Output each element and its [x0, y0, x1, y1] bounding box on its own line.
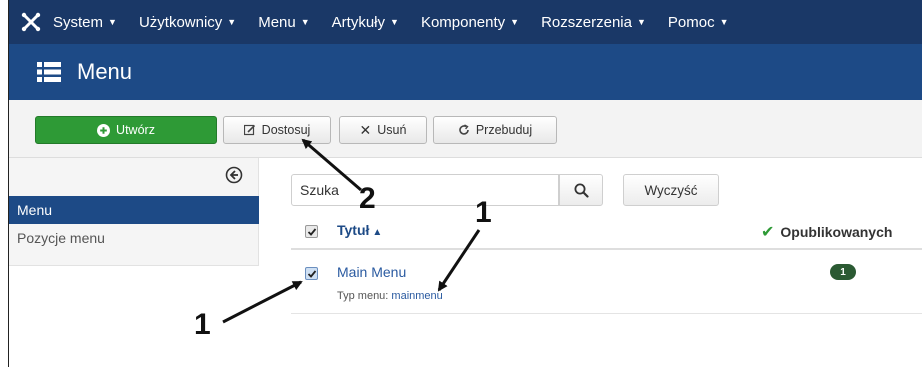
nav-help[interactable]: Pomoc ▼	[668, 14, 729, 31]
sidebar-item-menu[interactable]: Menu	[9, 196, 259, 224]
annotation-arrow-1-bottom	[222, 280, 303, 324]
sidebar-item-menu-positions[interactable]: Pozycje menu	[17, 230, 105, 246]
caret-down-icon: ▼	[108, 17, 117, 27]
caret-down-icon: ▼	[300, 17, 310, 27]
refresh-icon	[458, 124, 470, 136]
top-navigation-bar: System ▼ Użytkownicy ▼ Menu ▼ Artykuły ▼ Kom…	[9, 0, 922, 44]
annotation-number-1-top: 1	[475, 196, 492, 229]
app-frame: System ▼ Użytkownicy ▼ Menu ▼ Artykuły ▼ Kom…	[8, 0, 922, 367]
table-header: Tytuł ▲ ✔ Opublikowanych	[291, 212, 922, 250]
customize-button-label: Dostosuj	[261, 123, 311, 137]
column-title-label: Tytuł	[337, 222, 370, 238]
search-icon	[574, 183, 589, 198]
new-button[interactable]: Utwórz	[35, 116, 217, 144]
check-icon: ✔	[761, 224, 775, 241]
check-icon	[307, 227, 316, 236]
customize-button[interactable]: Dostosuj	[223, 116, 331, 144]
published-count-badge[interactable]: 1	[830, 264, 856, 280]
sort-asc-icon: ▲	[372, 227, 383, 238]
delete-button-label: Usuń	[377, 123, 407, 137]
caret-down-icon: ▼	[390, 17, 399, 27]
row-checkbox[interactable]	[305, 267, 318, 280]
nav-label: Menu	[258, 13, 296, 31]
collapse-sidebar-icon[interactable]	[225, 166, 243, 184]
list-icon	[37, 62, 61, 82]
nav-label: Pomoc	[667, 13, 715, 31]
search-button[interactable]	[559, 174, 603, 206]
joomla-logo-icon[interactable]	[9, 0, 53, 44]
edit-icon	[243, 124, 256, 136]
nav-label: Artykuły	[331, 13, 386, 31]
menu-name-link[interactable]: Main Menu	[337, 264, 406, 280]
select-all-checkbox[interactable]	[305, 225, 318, 238]
caret-down-icon: ▼	[227, 17, 237, 27]
nav-label: System	[53, 13, 104, 31]
close-icon: ✕	[359, 121, 372, 138]
search-input[interactable]	[291, 174, 559, 206]
rebuild-button[interactable]: Przebuduj	[433, 116, 557, 144]
column-published-label: Opublikowanych	[780, 224, 893, 240]
nav-label: Komponenty	[420, 13, 506, 31]
sidebar: Menu Pozycje menu	[9, 158, 259, 266]
column-published[interactable]: ✔ Opublikowanych	[761, 222, 892, 242]
rebuild-button-label: Przebuduj	[475, 123, 533, 137]
nav-components[interactable]: Komponenty ▼	[421, 14, 519, 31]
table-row: Main Menu Typ menu: mainmenu 1	[291, 252, 922, 314]
new-button-label: Utwórz	[116, 123, 155, 137]
nav-articles[interactable]: Artykuły ▼	[332, 14, 399, 31]
annotation-number-2: 2	[359, 182, 376, 215]
delete-button[interactable]: ✕ Usuń	[339, 116, 427, 144]
column-title-sort[interactable]: Tytuł ▲	[337, 222, 382, 238]
annotation-number-1-bottom: 1	[194, 308, 211, 341]
caret-down-icon: ▼	[719, 17, 729, 27]
menu-type-value[interactable]: mainmenu	[391, 290, 442, 302]
page-title: Menu	[77, 59, 133, 84]
nav-label: Rozszerzenia	[541, 13, 632, 31]
caret-down-icon: ▼	[510, 17, 520, 27]
page-header: Menu	[9, 44, 922, 100]
nav-menu[interactable]: Menu ▼	[258, 14, 309, 31]
check-icon	[307, 269, 316, 278]
nav-users[interactable]: Użytkownicy ▼	[139, 14, 236, 31]
toolbar: Utwórz Dostosuj ✕ Usuń Przebuduj	[9, 100, 922, 158]
nav-system[interactable]: System ▼	[53, 14, 117, 31]
menu-type-prefix: Typ menu:	[337, 290, 389, 302]
nav-label: Użytkownicy	[138, 13, 223, 31]
nav-extensions[interactable]: Rozszerzenia ▼	[541, 14, 646, 31]
plus-circle-icon	[97, 123, 111, 137]
caret-down-icon: ▼	[636, 17, 646, 27]
clear-button[interactable]: Wyczyść	[623, 174, 719, 206]
menu-type-line: Typ menu: mainmenu	[337, 290, 443, 302]
